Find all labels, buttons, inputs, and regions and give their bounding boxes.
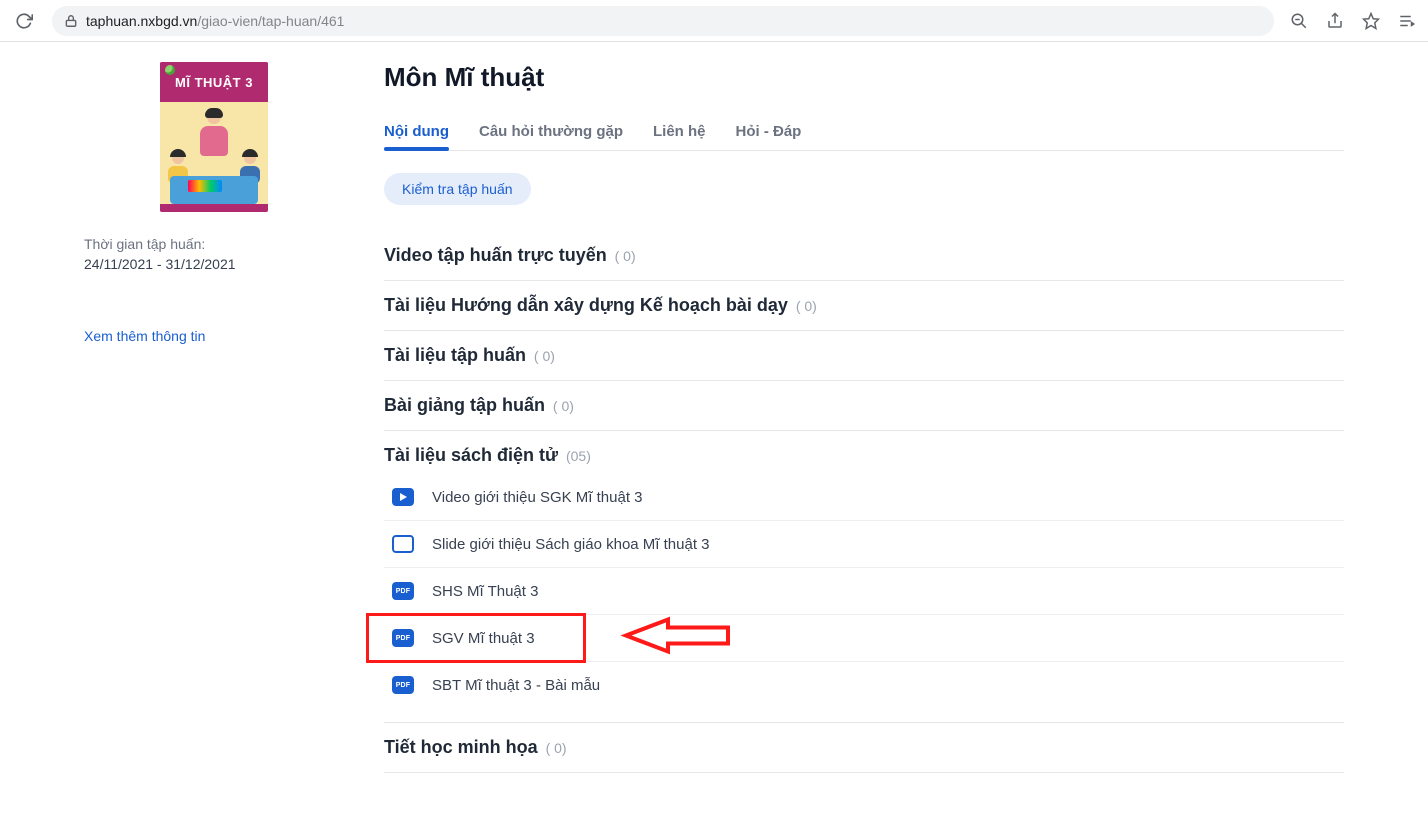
resource-item[interactable]: PDF SBT Mĩ thuật 3 - Bài mẫu (384, 662, 1344, 708)
section-count: ( 0) (549, 398, 574, 414)
resource-label: Video giới thiệu SGK Mĩ thuật 3 (432, 489, 643, 506)
exam-chip[interactable]: Kiểm tra tập huấn (384, 173, 531, 205)
section-count: (05) (562, 448, 591, 464)
section-5: Tiết học minh họa ( 0) (384, 723, 1344, 773)
browser-toolbar: taphuan.nxbgd.vn/giao-vien/tap-huan/461 (0, 0, 1428, 42)
section-count: ( 0) (530, 348, 555, 364)
page-title: Môn Mĩ thuật (384, 62, 1344, 93)
section-title: Video tập huấn trực tuyến (384, 245, 607, 265)
resource-label: SBT Mĩ thuật 3 - Bài mẫu (432, 677, 600, 694)
pdf-icon: PDF (392, 676, 414, 694)
browser-actions (1288, 10, 1418, 32)
section-items: Video giới thiệu SGK Mĩ thuật 3 Slide giớ… (384, 474, 1344, 708)
section-count: ( 0) (611, 248, 636, 264)
resource-item[interactable]: Slide giới thiệu Sách giáo khoa Mĩ thuật… (384, 521, 1344, 568)
page-content: MĨ THUẬT 3 Thời gian tập huấn: 24/11/202… (84, 42, 1344, 813)
training-time-label: Thời gian tập huấn: (84, 236, 344, 252)
reading-list-button[interactable] (1396, 10, 1418, 32)
course-tabs: Nội dung Câu hỏi thường gặp Liên hệ Hỏi - Đ… (384, 113, 1344, 151)
url-host: taphuan.nxbgd.vn (86, 13, 197, 29)
resource-item[interactable]: PDF SHS Mĩ Thuật 3 (384, 568, 1344, 615)
section-1: Tài liệu Hướng dẫn xây dựng Kế hoạch bài… (384, 281, 1344, 331)
resource-item[interactable]: PDF SGV Mĩ thuật 3 (384, 615, 1344, 662)
zoom-out-button[interactable] (1288, 10, 1310, 32)
section-title: Tài liệu tập huấn (384, 345, 526, 365)
section-title: Bài giảng tập huấn (384, 395, 545, 415)
course-main: Môn Mĩ thuật Nội dung Câu hỏi thường gặp L… (364, 62, 1344, 773)
course-sections: Video tập huấn trực tuyến ( 0)Tài liệu H… (384, 231, 1344, 773)
tab-0[interactable]: Nội dung (384, 113, 449, 150)
pdf-icon: PDF (392, 629, 414, 647)
tab-2[interactable]: Liên hệ (653, 113, 706, 150)
resource-label: SGV Mĩ thuật 3 (432, 630, 535, 647)
section-2: Tài liệu tập huấn ( 0) (384, 331, 1344, 381)
section-4: Tài liệu sách điện tử (05) Video giới thi… (384, 431, 1344, 723)
star-icon (1362, 12, 1380, 30)
reading-list-icon (1398, 12, 1416, 30)
section-0: Video tập huấn trực tuyến ( 0) (384, 231, 1344, 281)
tab-3[interactable]: Hỏi - Đáp (736, 113, 802, 150)
resource-item[interactable]: Video giới thiệu SGK Mĩ thuật 3 (384, 474, 1344, 521)
zoom-out-icon (1290, 12, 1308, 30)
slide-icon (392, 535, 414, 553)
more-info-link[interactable]: Xem thêm thông tin (84, 328, 344, 344)
address-bar[interactable]: taphuan.nxbgd.vn/giao-vien/tap-huan/461 (52, 6, 1274, 36)
section-count: ( 0) (792, 298, 817, 314)
share-icon (1326, 12, 1344, 30)
reload-button[interactable] (10, 7, 38, 35)
url-text: taphuan.nxbgd.vn/giao-vien/tap-huan/461 (86, 13, 344, 29)
section-title: Tài liệu sách điện tử (384, 445, 558, 465)
book-cover-image: MĨ THUẬT 3 (160, 62, 268, 212)
section-3: Bài giảng tập huấn ( 0) (384, 381, 1344, 431)
video-icon (392, 488, 414, 506)
tab-1[interactable]: Câu hỏi thường gặp (479, 113, 623, 150)
bookmark-button[interactable] (1360, 10, 1382, 32)
resource-label: Slide giới thiệu Sách giáo khoa Mĩ thuật… (432, 536, 710, 553)
lock-icon (64, 14, 78, 28)
share-button[interactable] (1324, 10, 1346, 32)
pdf-icon: PDF (392, 582, 414, 600)
arrow-annotation (620, 614, 730, 663)
resource-label: SHS Mĩ Thuật 3 (432, 583, 538, 600)
section-title: Tài liệu Hướng dẫn xây dựng Kế hoạch bài… (384, 295, 788, 315)
course-cover: MĨ THUẬT 3 (84, 62, 344, 212)
cover-title: MĨ THUẬT 3 (160, 62, 268, 102)
section-count: ( 0) (542, 740, 567, 756)
course-sidebar: MĨ THUẬT 3 Thời gian tập huấn: 24/11/202… (84, 62, 364, 773)
section-title: Tiết học minh họa (384, 737, 538, 757)
url-path: /giao-vien/tap-huan/461 (197, 13, 344, 29)
reload-icon (15, 12, 33, 30)
training-time-value: 24/11/2021 - 31/12/2021 (84, 256, 344, 272)
